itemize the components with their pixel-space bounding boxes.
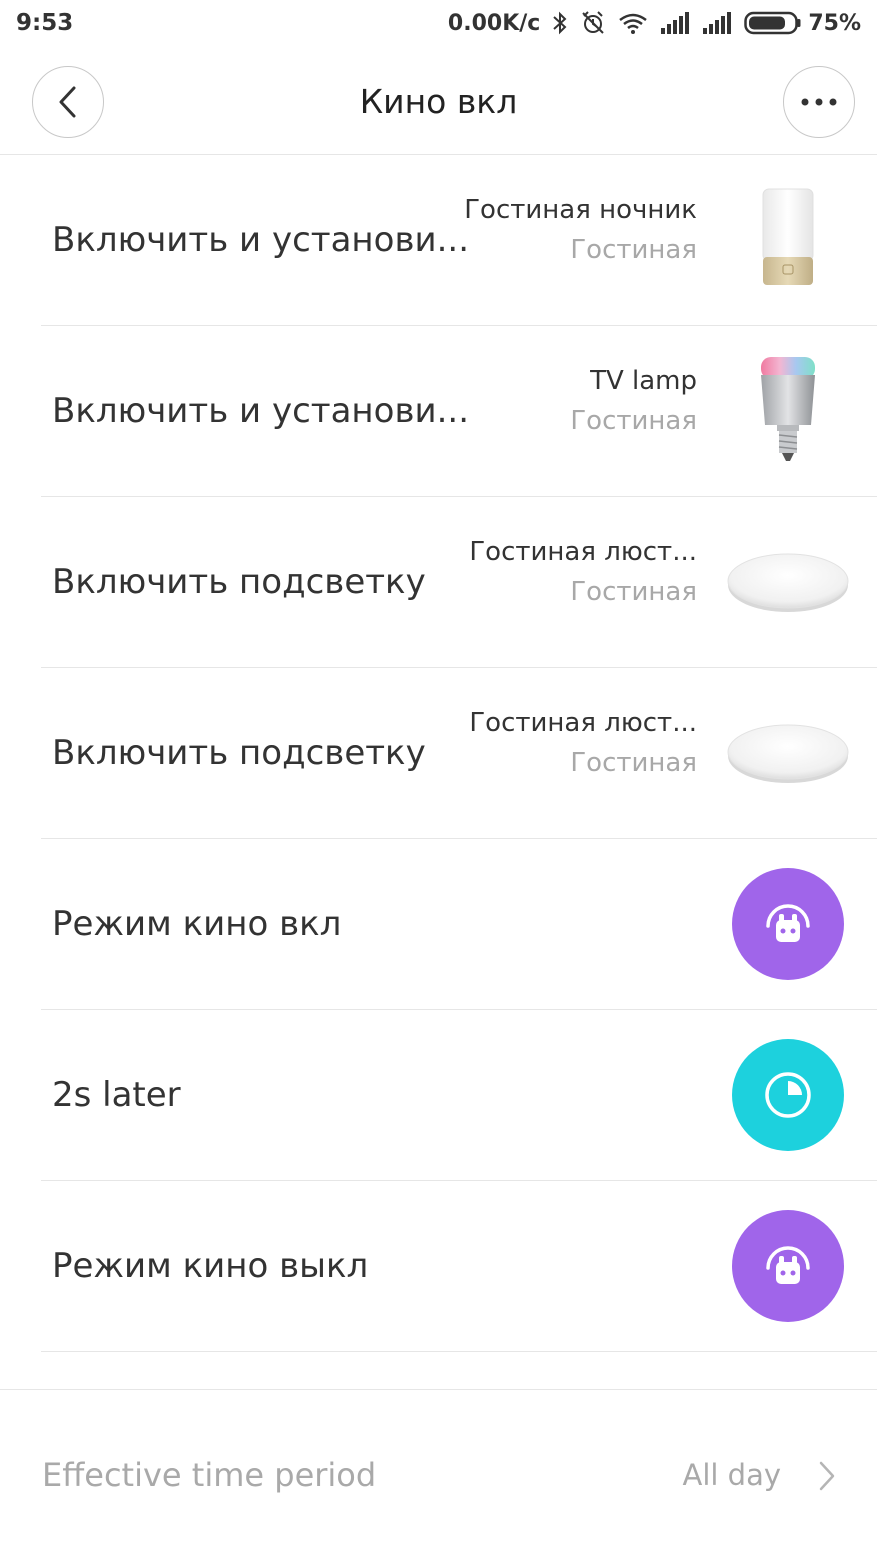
color-bulb-image (725, 348, 851, 474)
ceiling-light-image (725, 690, 851, 816)
chevron-right-icon (819, 1461, 835, 1491)
scene-action-list: Включить и установи... Гостиная ночник Г… (0, 155, 877, 1352)
action-label: Включить и установи... (52, 220, 469, 260)
more-dots-icon (801, 98, 837, 106)
alarm-off-icon (582, 11, 605, 34)
action-label: Включить подсветку (52, 562, 426, 602)
device-name: Гостиная люст... (469, 537, 697, 567)
device-room: Гостиная (570, 235, 697, 265)
list-item[interactable]: Включить и установи... Гостиная ночник Г… (41, 155, 877, 326)
action-label: Режим кино выкл (52, 1246, 369, 1286)
action-label: Режим кино вкл (52, 904, 342, 944)
device-info: Гостиная ночник Гостиная (464, 195, 697, 265)
action-label: Включить подсветку (52, 733, 426, 773)
device-info: TV lamp Гостиная (570, 366, 697, 436)
list-item[interactable]: Включить подсветку Гостиная люст... Гост… (41, 497, 877, 668)
battery-indicator: 75% (744, 11, 861, 36)
list-item[interactable]: Включить подсветку Гостиная люст... Гост… (41, 668, 877, 839)
robot-icon (732, 868, 844, 980)
device-name: Гостиная люст... (469, 708, 697, 738)
scene-icon-wrapper (725, 1032, 851, 1158)
device-name: TV lamp (590, 366, 697, 396)
scene-icon-wrapper (725, 1203, 851, 1329)
status-bar: 9:53 0.00K/c 75% (0, 0, 877, 52)
page-title: Кино вкл (359, 82, 518, 121)
network-speed: 0.00K/c (447, 10, 541, 36)
action-label: Включить и установи... (52, 391, 469, 431)
battery-percent: 75% (808, 10, 861, 36)
signal-icon (703, 12, 732, 34)
list-item[interactable]: Включить и установи... TV lamp Гостиная (41, 326, 877, 497)
more-button[interactable] (783, 66, 855, 138)
effective-time-period-row[interactable]: Effective time period All day (0, 1390, 877, 1559)
device-info: Гостиная люст... Гостиная (469, 708, 697, 778)
bluetooth-icon (553, 11, 567, 35)
effective-time-period-value: All day (682, 1458, 781, 1492)
timer-icon (732, 1039, 844, 1151)
device-name: Гостиная ночник (464, 195, 697, 225)
signal-icon (661, 12, 690, 34)
device-room: Гостиная (570, 406, 697, 436)
list-item[interactable]: Режим кино выкл (41, 1181, 877, 1352)
header-bar: Кино вкл (0, 52, 877, 155)
robot-icon (732, 1210, 844, 1322)
list-item[interactable]: 2s later (41, 1010, 877, 1181)
device-room: Гостиная (570, 577, 697, 607)
device-room: Гостиная (570, 748, 697, 778)
effective-time-period-label: Effective time period (42, 1456, 377, 1494)
list-item[interactable]: Режим кино вкл (41, 839, 877, 1010)
action-label: 2s later (52, 1075, 181, 1115)
device-info: Гостиная люст... Гостиная (469, 537, 697, 607)
status-icons: 0.00K/c 75% (448, 10, 861, 36)
scene-icon-wrapper (725, 861, 851, 987)
battery-icon (744, 11, 801, 35)
wifi-icon (619, 13, 648, 34)
bedside-lamp-image (725, 177, 851, 303)
status-time: 9:53 (16, 10, 74, 36)
ceiling-light-image (725, 519, 851, 645)
